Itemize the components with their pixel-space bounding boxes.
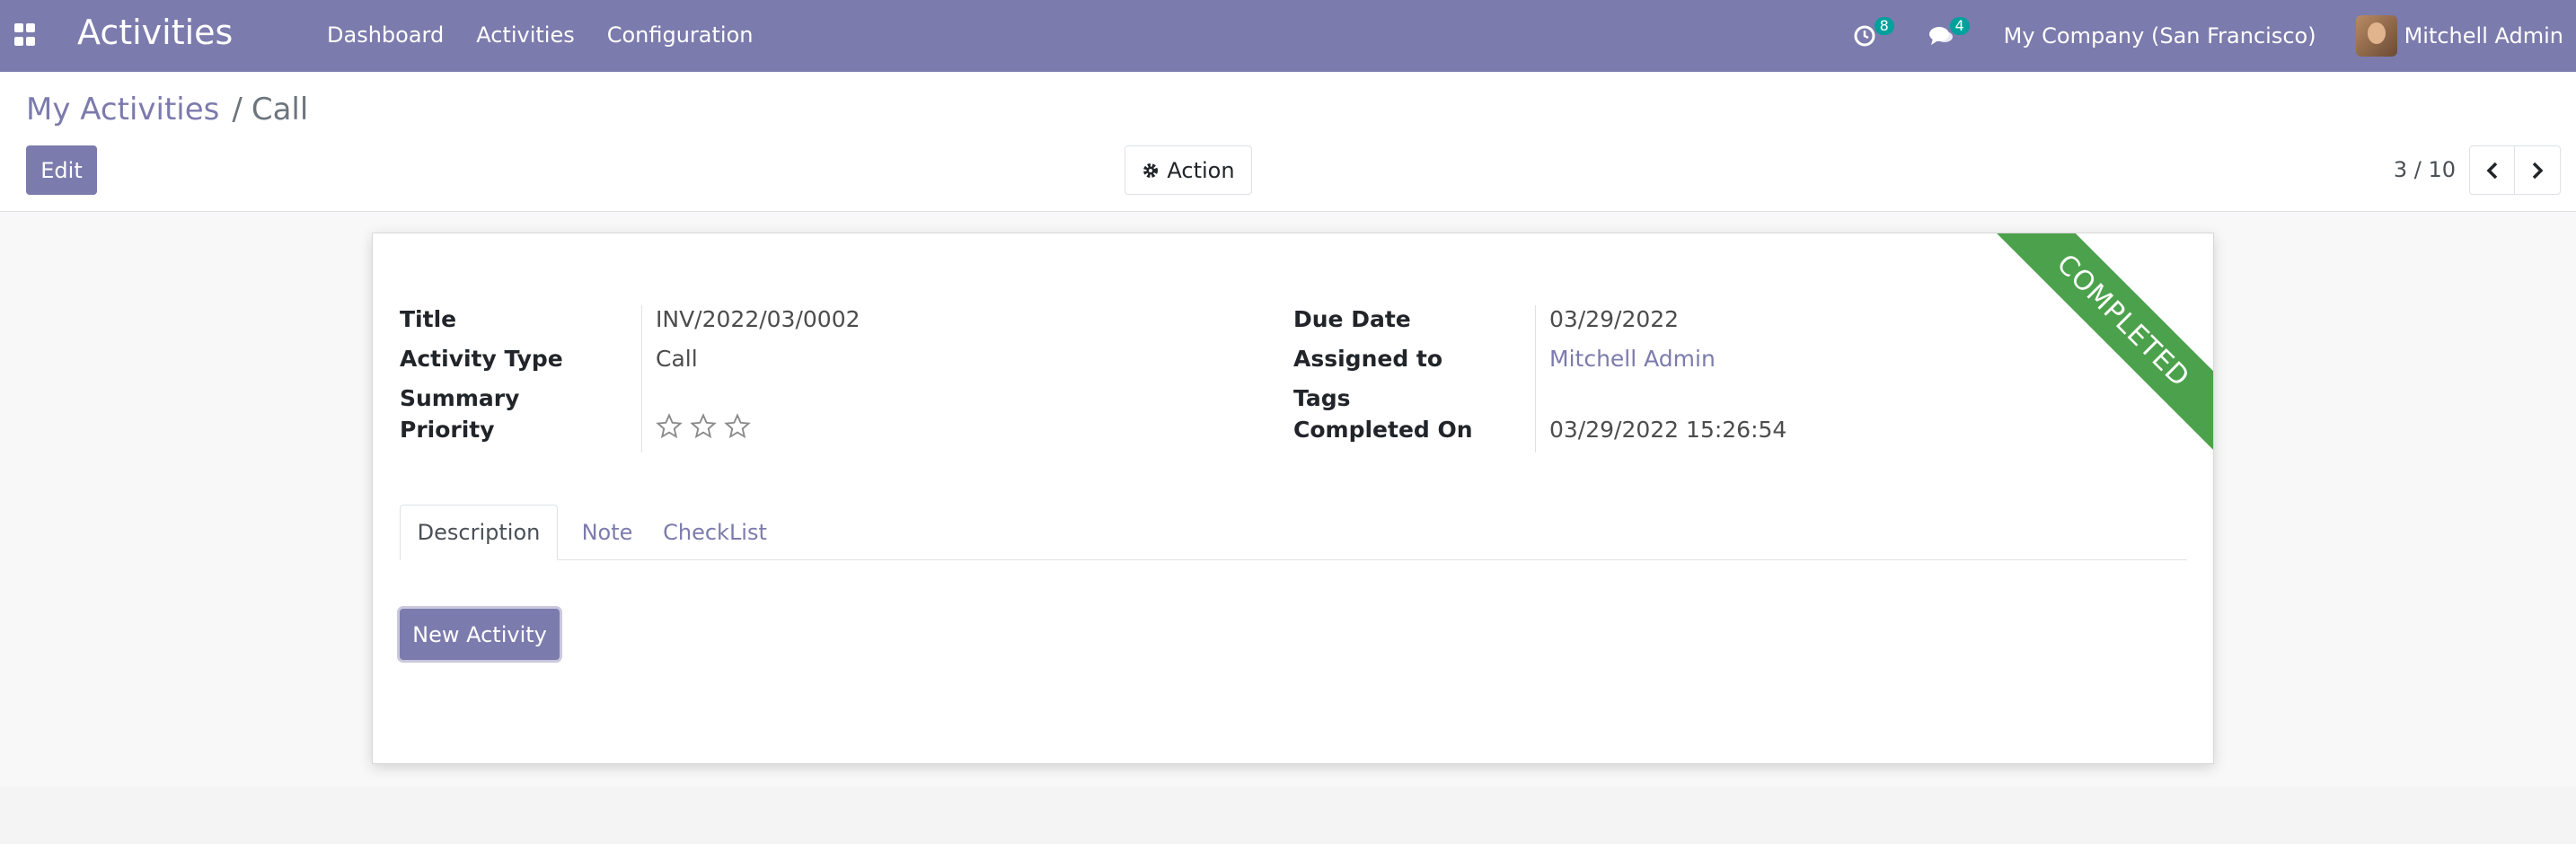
breadcrumb-parent-link[interactable]: My Activities: [26, 92, 219, 127]
pager-value[interactable]: 3 / 10: [2394, 157, 2456, 182]
activity-type-label: Activity Type: [400, 346, 563, 372]
action-button[interactable]: Action: [1125, 145, 1252, 195]
page-footer-band: [0, 787, 2576, 844]
tags-label: Tags: [1293, 385, 1351, 411]
main-menu: Dashboard Activities Configuration: [327, 22, 753, 48]
menu-item-configuration[interactable]: Configuration: [607, 22, 754, 48]
assigned-to-link[interactable]: Mitchell Admin: [1549, 346, 1716, 372]
pager-next-button[interactable]: [2515, 145, 2561, 195]
edit-button[interactable]: Edit: [26, 145, 97, 195]
control-panel: My Activities / Call Edit Action 3 / 10: [0, 72, 2576, 212]
activity-clock-icon[interactable]: 8: [1853, 17, 1894, 48]
top-navbar: Activities Dashboard Activities Configur…: [0, 0, 2576, 72]
star-icon[interactable]: [690, 413, 717, 440]
chevron-right-icon: [2532, 162, 2544, 179]
title-value: INV/2022/03/0002: [656, 306, 860, 332]
app-title[interactable]: Activities: [77, 13, 233, 52]
star-icon[interactable]: [724, 413, 751, 440]
left-group-divider: [641, 305, 642, 453]
summary-label: Summary: [400, 385, 520, 411]
priority-stars[interactable]: [656, 413, 751, 440]
user-menu[interactable]: Mitchell Admin: [2404, 23, 2563, 48]
star-icon[interactable]: [656, 413, 683, 440]
user-avatar[interactable]: [2355, 15, 2397, 57]
due-date-value: 03/29/2022: [1549, 306, 1680, 332]
pager-previous-button[interactable]: [2469, 145, 2515, 195]
chevron-left-icon: [2486, 162, 2497, 179]
tab-checklist[interactable]: CheckList: [657, 505, 773, 560]
action-button-label: Action: [1167, 157, 1235, 183]
apps-menu-icon[interactable]: [14, 23, 36, 47]
form-sheet: COMPLETED Title INV/2022/03/0002 Activit…: [372, 233, 2214, 764]
menu-item-activities[interactable]: Activities: [476, 22, 575, 48]
systray: 8 4 My Company (San Francisco) Mitchell …: [1853, 0, 2576, 72]
gear-icon: [1143, 163, 1159, 178]
notebook-tabs: Description Note CheckList: [400, 505, 2187, 560]
menu-item-dashboard[interactable]: Dashboard: [327, 22, 444, 48]
company-switcher[interactable]: My Company (San Francisco): [2004, 23, 2316, 48]
pager-buttons: [2469, 145, 2561, 195]
activity-count-badge: 8: [1874, 17, 1894, 35]
message-count-badge: 4: [1949, 17, 1970, 35]
due-date-label: Due Date: [1293, 306, 1411, 332]
completed-on-label: Completed On: [1293, 417, 1473, 443]
right-group-divider: [1535, 305, 1536, 453]
priority-label: Priority: [400, 417, 495, 443]
messages-icon[interactable]: 4: [1928, 17, 1970, 48]
breadcrumb-separator: /: [232, 92, 243, 127]
breadcrumb-current: Call: [251, 92, 309, 127]
tab-note[interactable]: Note: [567, 505, 648, 560]
new-activity-button[interactable]: New Activity: [400, 609, 560, 660]
activity-type-value: Call: [656, 346, 698, 372]
status-ribbon: COMPLETED: [1989, 233, 2213, 455]
assigned-to-label: Assigned to: [1293, 346, 1443, 372]
title-label: Title: [400, 306, 457, 332]
completed-on-value: 03/29/2022 15:26:54: [1549, 417, 1787, 443]
breadcrumb: My Activities / Call: [26, 92, 308, 127]
tab-description[interactable]: Description: [400, 505, 558, 560]
